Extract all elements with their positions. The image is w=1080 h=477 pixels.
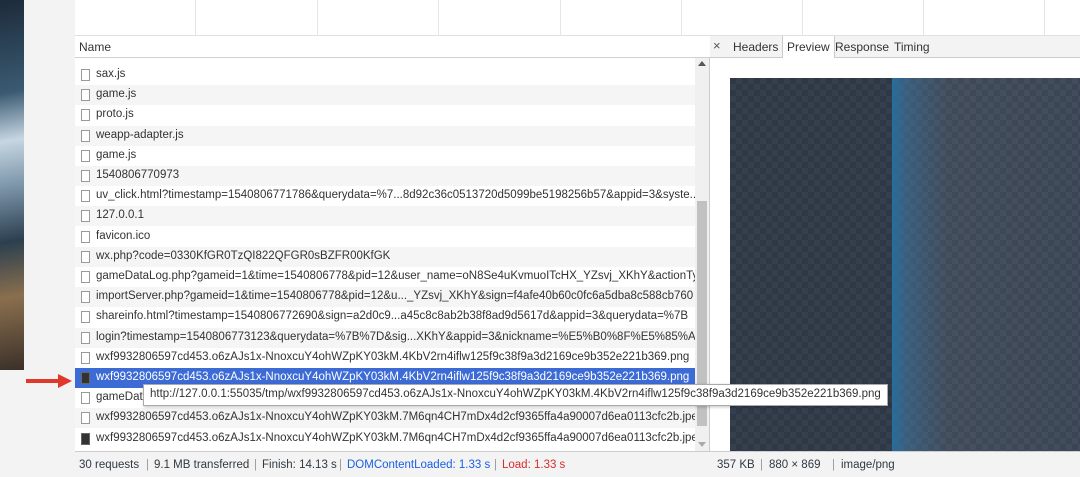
left-background bbox=[0, 370, 24, 477]
image-file-icon bbox=[81, 372, 90, 384]
request-name: game.js bbox=[96, 88, 137, 101]
timeline-gridline bbox=[802, 0, 803, 36]
table-row[interactable]: wxf9932806597cd453.o6zAJs1x-NnoxcuY4ohWZ… bbox=[75, 429, 695, 449]
request-name: uv_click.html?timestamp=1540806771786&qu… bbox=[96, 189, 695, 202]
table-row[interactable]: sax.js bbox=[75, 65, 695, 85]
separator: | bbox=[494, 459, 497, 471]
document-file-icon bbox=[81, 109, 90, 122]
document-file-icon bbox=[81, 129, 90, 142]
transferred-size: 9.1 MB transferred bbox=[154, 459, 250, 471]
timeline-gridline bbox=[560, 0, 561, 36]
list-header[interactable]: Name bbox=[75, 36, 710, 58]
detail-tabs: × Headers Preview Response Timing bbox=[710, 36, 1080, 58]
request-name: favicon.ico bbox=[96, 229, 151, 242]
url-tooltip: http://127.0.0.1:55035/tmp/wxf9932806597… bbox=[143, 384, 888, 406]
dom-content-loaded-time: DOMContentLoaded: 1.33 s bbox=[347, 459, 491, 471]
tab-response[interactable]: Response bbox=[831, 36, 893, 58]
image-file-icon bbox=[81, 432, 90, 445]
document-file-icon bbox=[81, 190, 90, 203]
separator: | bbox=[760, 459, 763, 471]
document-file-icon bbox=[81, 412, 90, 425]
document-file-icon bbox=[81, 271, 90, 283]
timeline-gridline bbox=[438, 0, 439, 36]
scroll-up-arrow-icon[interactable] bbox=[698, 61, 706, 66]
request-name: shareinfo.html?timestamp=1540806772690&s… bbox=[96, 310, 689, 323]
separator: | bbox=[254, 459, 257, 471]
image-dimensions: 880 × 869 bbox=[769, 459, 821, 471]
tab-timing[interactable]: Timing bbox=[890, 36, 934, 58]
table-row[interactable]: wx.php?code=0330KfGR0TzQI822QFGR0sBZFR00… bbox=[75, 246, 695, 267]
load-time: Load: 1.33 s bbox=[502, 459, 566, 471]
scroll-down-arrow-icon[interactable] bbox=[698, 442, 706, 447]
timeline-gridline bbox=[923, 0, 924, 36]
finish-time: Finish: 14.13 s bbox=[262, 459, 337, 471]
request-name: proto.js bbox=[96, 108, 134, 121]
close-icon[interactable]: × bbox=[713, 38, 721, 53]
document-file-icon bbox=[81, 351, 90, 364]
table-row[interactable]: importServer.php?gameid=1&time=154080677… bbox=[75, 287, 695, 308]
tab-headers[interactable]: Headers bbox=[729, 36, 782, 58]
document-file-icon bbox=[81, 331, 90, 344]
table-row[interactable]: shareinfo.html?timestamp=1540806772690&s… bbox=[75, 307, 695, 327]
request-name: weapp-adapter.js bbox=[96, 128, 184, 141]
request-name: 127.0.0.1 bbox=[96, 209, 144, 222]
request-name: wxf9932806597cd453.o6zAJs1x-NnoxcuY4ohWZ… bbox=[96, 431, 695, 444]
request-name: sax.js bbox=[96, 68, 126, 80]
table-row[interactable]: game.js bbox=[75, 85, 695, 106]
table-row[interactable]: gameDataLog.php?gameid=1&time=1540806778… bbox=[75, 267, 695, 287]
request-name: login?timestamp=1540806773123&querydata=… bbox=[96, 330, 695, 343]
separator: | bbox=[832, 459, 835, 471]
preview-image-blue-region bbox=[892, 78, 1080, 451]
timeline-gridline bbox=[195, 0, 196, 36]
table-row[interactable]: 127.0.0.1 bbox=[75, 206, 695, 227]
table-row[interactable]: uv_click.html?timestamp=1540806771786&qu… bbox=[75, 186, 695, 206]
separator: | bbox=[339, 459, 342, 471]
network-status-bar: 30 requests | 9.1 MB transferred | Finis… bbox=[75, 451, 1080, 477]
request-name: game.js bbox=[96, 148, 137, 161]
table-row[interactable]: weapp-adapter.js bbox=[75, 125, 695, 146]
document-file-icon bbox=[81, 250, 90, 263]
table-row[interactable]: wxf9932806597cd453.o6zAJs1x-NnoxcuY4ohWZ… bbox=[75, 408, 695, 429]
game-screenshot-strip bbox=[0, 0, 24, 370]
request-count: 30 requests bbox=[79, 459, 140, 471]
table-row[interactable]: favicon.ico bbox=[75, 227, 695, 247]
request-name: importServer.php?gameid=1&time=154080677… bbox=[96, 290, 694, 303]
document-file-icon bbox=[81, 392, 90, 405]
network-timeline bbox=[75, 0, 1080, 36]
document-file-icon bbox=[81, 170, 90, 182]
document-file-icon bbox=[81, 311, 90, 324]
request-name: wxf9932806597cd453.o6zAJs1x-NnoxcuY4ohWZ… bbox=[96, 411, 695, 424]
request-name: wx.php?code=0330KfGR0TzQI822QFGR0sBZFR00… bbox=[96, 249, 391, 262]
timeline-gridline bbox=[1044, 0, 1045, 36]
document-file-icon bbox=[81, 230, 90, 243]
resource-size: 357 KB bbox=[717, 459, 755, 471]
document-file-icon bbox=[81, 291, 90, 304]
document-file-icon bbox=[81, 89, 90, 102]
table-row[interactable]: game.js bbox=[75, 146, 695, 166]
request-name: wxf9932806597cd453.o6zAJs1x-NnoxcuY4ohWZ… bbox=[96, 371, 690, 383]
table-row[interactable]: wxf9932806597cd453.o6zAJs1x-NnoxcuY4ohWZ… bbox=[75, 348, 695, 368]
request-name: wxf9932806597cd453.o6zAJs1x-NnoxcuY4ohWZ… bbox=[96, 350, 690, 363]
table-row[interactable]: 1540806770973 bbox=[75, 166, 695, 186]
tab-preview[interactable]: Preview bbox=[782, 36, 835, 58]
timeline-gridline bbox=[317, 0, 318, 36]
red-pointer-arrow-icon bbox=[26, 374, 72, 388]
timeline-gridline bbox=[681, 0, 682, 36]
request-name: gameDataLog.php?gameid=1&time=1540806778… bbox=[96, 270, 695, 282]
request-name: 1540806770973 bbox=[96, 169, 180, 181]
table-row[interactable]: proto.js bbox=[75, 105, 695, 125]
separator: | bbox=[146, 459, 149, 471]
left-background-panel bbox=[24, 0, 75, 477]
table-row[interactable]: login?timestamp=1540806773123&querydata=… bbox=[75, 327, 695, 348]
document-file-icon bbox=[81, 149, 90, 162]
document-file-icon bbox=[81, 210, 90, 223]
mime-type: image/png bbox=[841, 459, 895, 471]
document-file-icon bbox=[81, 69, 90, 81]
column-name-header[interactable]: Name bbox=[79, 40, 111, 54]
